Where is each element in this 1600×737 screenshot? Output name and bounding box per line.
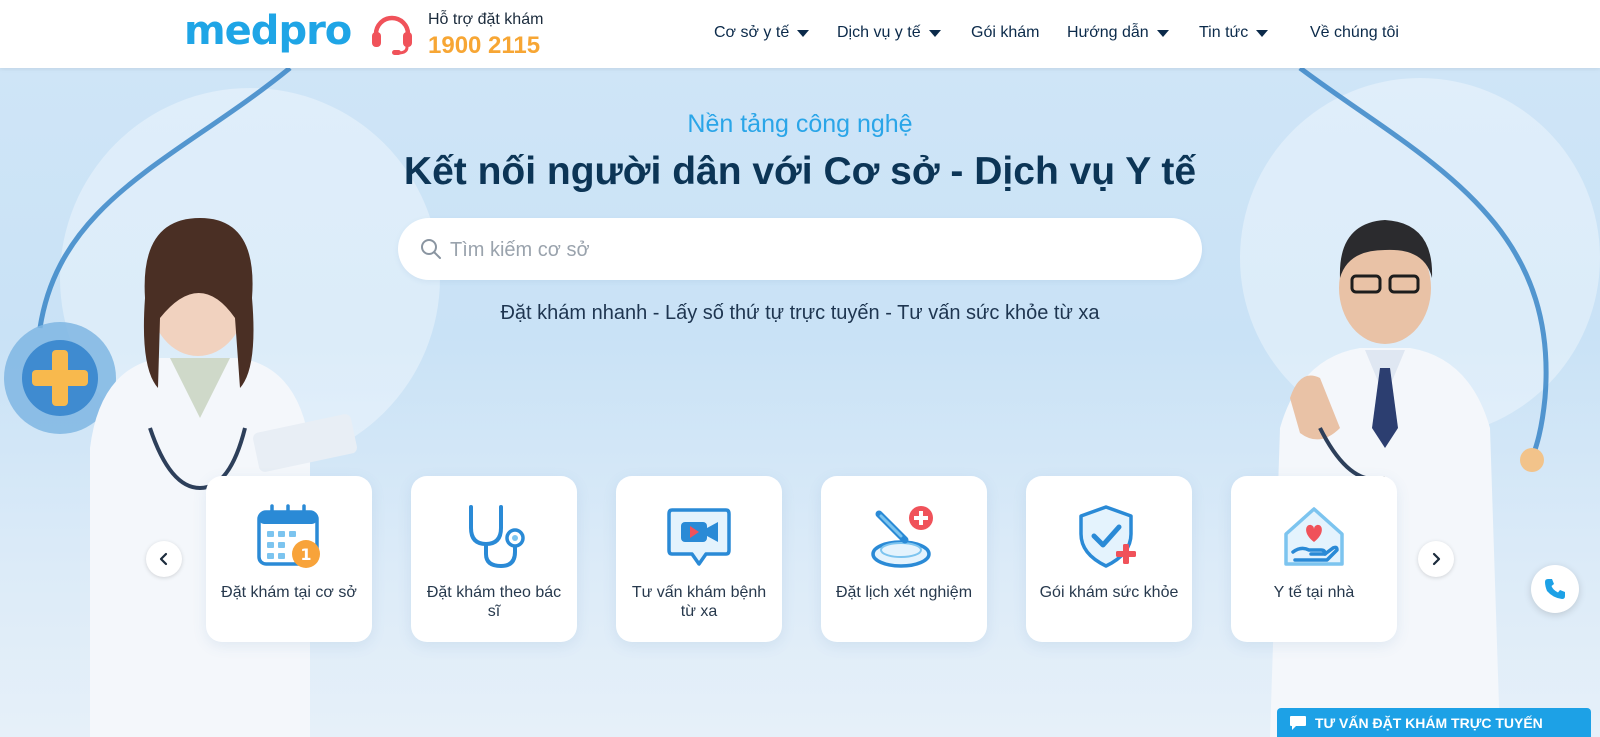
svg-text:1: 1 [300,545,311,564]
medpro-logo[interactable]: medpro [184,8,352,54]
chevron-left-icon [159,552,168,566]
headset-icon [372,15,412,55]
stethoscope-icon [469,505,525,569]
caret-down-icon [797,29,810,37]
shield-check-icon [1079,505,1136,568]
hero-tagline: Đặt khám nhanh - Lấy số thứ tự trực tuyế… [500,302,1100,324]
nav-item-dich-vu-y-te[interactable]: Dịch vụ y tế [837,24,941,42]
carousel-prev-button[interactable] [146,541,182,577]
caret-down-icon [1156,29,1169,37]
nav-item-huong-dan[interactable]: Hướng dẫn [1067,24,1169,42]
nav-item-tin-tuc[interactable]: Tin tức [1199,24,1269,42]
hero-subtitle: Nền tảng công nghệ [687,110,913,138]
home-care-icon [1284,507,1344,566]
chat-bubble-icon [1290,715,1306,730]
call-button[interactable] [1531,565,1579,613]
caret-down-icon [928,29,941,37]
calendar-icon: 1 [257,504,320,568]
service-card-dat-kham-tai-co-so[interactable]: 1 Đặt khám tại cơ sở [206,476,372,642]
hotline-number[interactable]: 1900 2115 [428,32,540,60]
site-header: medpro Hỗ trợ đặt khám 1900 2115 Cơ sở y… [0,0,1600,68]
carousel-next-button[interactable] [1418,541,1454,577]
nav-item-ve-chung-toi[interactable]: Về chúng tôi [1310,24,1399,42]
service-card-y-te-tai-nha[interactable]: Y tế tại nhà [1231,476,1397,642]
hero-title: Kết nối người dân với Cơ sở - Dịch vụ Y … [403,150,1197,193]
service-card-goi-kham-suc-khoe[interactable]: Gói khám sức khỏe [1026,476,1192,642]
chat-bar-label: TƯ VẤN ĐẶT KHÁM TRỰC TUYẾN [1315,714,1543,731]
search-input[interactable] [448,232,1172,268]
search-icon [421,239,441,259]
service-card-dat-lich-xet-nghiem[interactable]: Đặt lịch xét nghiệm [821,476,987,642]
search-bar[interactable] [398,218,1202,280]
nav-item-co-so-y-te[interactable]: Cơ sở y tế [714,24,810,42]
phone-icon [1545,579,1565,599]
service-card-dat-kham-theo-bac-si[interactable]: Đặt khám theo bác sĩ [411,476,577,642]
nav-item-goi-kham[interactable]: Gói khám [971,24,1039,42]
hotline-label: Hỗ trợ đặt khám [428,11,544,28]
test-tube-icon [871,506,933,568]
hero-banner: Nền tảng công nghệ Kết nối người dân với… [0,68,1600,737]
online-consult-chat-bar[interactable]: TƯ VẤN ĐẶT KHÁM TRỰC TUYẾN [1277,708,1591,737]
chevron-right-icon [1432,552,1441,566]
video-call-icon [667,508,731,566]
service-card-tu-van-kham-tu-xa[interactable]: Tư vấn khám bệnh từ xa [616,476,782,642]
caret-down-icon [1256,29,1269,37]
